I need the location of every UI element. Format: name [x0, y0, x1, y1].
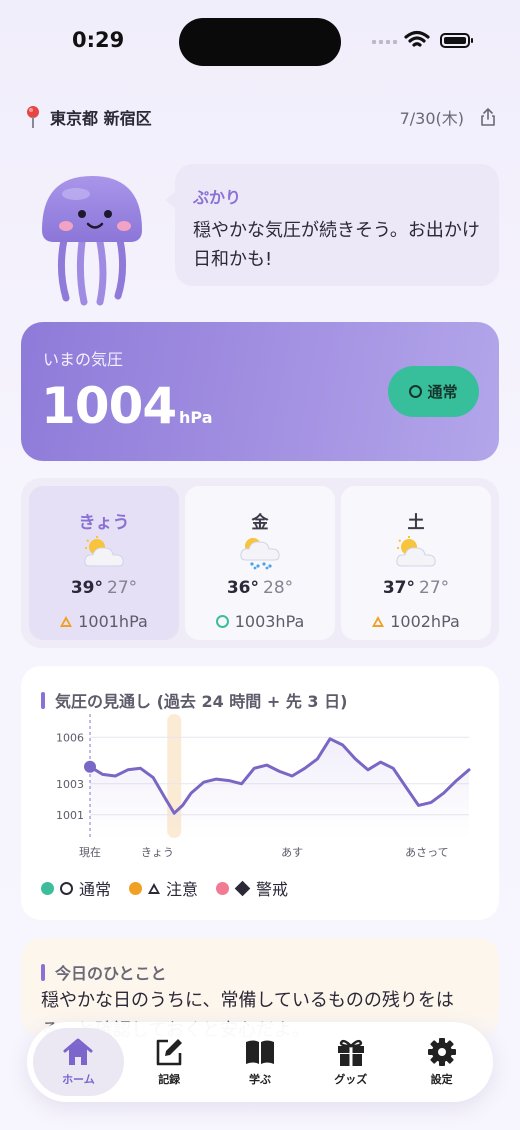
legend-label: 警戒	[256, 880, 289, 899]
gift-icon	[337, 1039, 364, 1066]
forecast-pressure-value: 1001hPa	[78, 612, 148, 631]
forecast-high: 39°	[70, 578, 104, 598]
circle-icon	[60, 881, 73, 895]
tab-learn[interactable]: 学ぶ	[215, 1028, 306, 1096]
tab-label: 学ぶ	[248, 1073, 271, 1086]
triangle-icon	[148, 882, 161, 894]
book-icon	[245, 1040, 274, 1064]
normal-circle-icon	[409, 385, 423, 398]
forecast-high: 36°	[226, 578, 260, 598]
pressure-status-badge: 通常	[388, 366, 479, 417]
legend-dot	[41, 881, 54, 895]
legend-caution: 注意	[129, 876, 198, 900]
y-tick-label: 1001	[56, 809, 84, 822]
cellular-signal-icon	[372, 40, 397, 44]
location-name[interactable]: 東京都 新宿区	[50, 105, 152, 129]
mascot-speech-bubble: ぷかり 穏やかな気圧が続きそう。お出かけ日和かも!	[165, 164, 499, 286]
forecast-pressure: 1002hPa	[372, 612, 460, 631]
forecast-day-friday[interactable]: 金 36° 28° 1003hPa	[185, 486, 335, 640]
legend-dot	[216, 881, 230, 895]
forecast-low: 28°	[263, 578, 294, 598]
legend-dot	[129, 881, 143, 895]
status-bar: 0:29	[0, 0, 520, 80]
forecast-day-today[interactable]: きょう 39° 27° 1001hPa	[29, 486, 179, 640]
current-pressure-unit: hPa	[179, 408, 213, 427]
pressure-status-text: 通常	[427, 383, 458, 401]
mascot-message: 穏やかな気圧が続きそう。お出かけ日和かも!	[193, 220, 480, 270]
status-time: 0:29	[72, 28, 125, 52]
tab-label: 設定	[430, 1073, 453, 1086]
share-icon[interactable]	[480, 108, 496, 126]
sun-behind-cloud-icon	[84, 536, 124, 567]
tip-title: 今日のひとこと	[41, 960, 167, 984]
section-accent-bar	[41, 963, 45, 981]
location-bar: 東京都 新宿区 7/30(木)	[24, 104, 496, 130]
tab-goods[interactable]: グッズ	[305, 1028, 396, 1096]
legend-normal: 通常	[41, 876, 111, 900]
current-pressure-card[interactable]: いまの気圧 1004 hPa 通常	[21, 322, 499, 461]
daily-forecast: きょう 39°27° 1001hPa 金 36°28° 1003hPa 土	[21, 478, 499, 648]
current-pressure-value: 1004	[41, 377, 177, 435]
jellyfish-mascot[interactable]	[36, 170, 148, 310]
pressure-chart-card: 気圧の見通し (過去 24 時間 + 先 3 日) 1006 1003 1001 現在…	[21, 666, 499, 920]
dynamic-island	[179, 18, 341, 66]
caution-triangle-icon	[372, 616, 385, 627]
tab-label: ホーム	[62, 1073, 95, 1086]
sun-behind-rain-cloud-icon	[240, 538, 280, 570]
forecast-high: 37°	[382, 578, 416, 598]
tab-home[interactable]: ホーム	[33, 1028, 124, 1096]
home-icon	[63, 1038, 93, 1065]
forecast-pressure-value: 1002hPa	[390, 612, 460, 631]
bottom-tab-bar: ホーム 記録 学ぶ グッズ 設定	[27, 1022, 493, 1102]
forecast-day-name: 金	[251, 513, 269, 533]
tab-record[interactable]: 記録	[124, 1028, 215, 1096]
forecast-pressure: 1003hPa	[215, 612, 305, 631]
y-tick-label: 1003	[56, 778, 84, 791]
legend-label: 通常	[79, 880, 112, 899]
mascot-name: ぷかり	[193, 188, 242, 207]
forecast-temps: 37° 27°	[383, 578, 449, 598]
x-tick-label: 現在	[79, 846, 101, 859]
tip-title-text: 今日のひとこと	[55, 964, 167, 983]
caution-triangle-icon	[60, 616, 73, 627]
x-tick-label: あさって	[405, 846, 448, 859]
forecast-low: 27°	[419, 578, 450, 598]
forecast-day-name: 土	[407, 513, 425, 533]
forecast-day-saturday[interactable]: 土 37° 27° 1002hPa	[341, 486, 491, 640]
forecast-low: 27°	[107, 578, 138, 598]
diamond-icon	[234, 880, 251, 896]
series-area	[90, 738, 469, 838]
normal-circle-icon	[215, 615, 229, 628]
location-pin-icon	[27, 106, 39, 128]
chart-legend: 通常 注意 警戒	[41, 876, 288, 900]
x-tick-label: あす	[281, 846, 303, 859]
pressure-line-chart[interactable]: 1006 1003 1001 現在 きょう あす あさって	[21, 706, 499, 866]
edit-icon	[156, 1039, 183, 1066]
sun-behind-cloud-icon	[396, 536, 436, 567]
current-date: 7/30(木)	[399, 109, 464, 128]
y-tick-label: 1006	[56, 731, 84, 744]
tab-settings[interactable]: 設定	[396, 1028, 487, 1096]
legend-label: 注意	[166, 880, 199, 899]
gear-icon	[427, 1038, 456, 1066]
forecast-temps: 36° 28°	[227, 578, 293, 598]
forecast-day-name: きょう	[78, 513, 130, 533]
legend-warning: 警戒	[216, 876, 288, 900]
forecast-temps: 39° 27°	[71, 578, 137, 598]
tab-label: 記録	[158, 1073, 181, 1086]
x-tick-label: きょう	[141, 846, 174, 859]
current-point-marker	[84, 760, 96, 773]
forecast-pressure-value: 1003hPa	[234, 612, 305, 631]
forecast-pressure: 1001hPa	[60, 612, 148, 631]
tab-label: グッズ	[334, 1073, 368, 1086]
battery-icon	[440, 33, 473, 48]
wifi-icon	[404, 30, 430, 47]
